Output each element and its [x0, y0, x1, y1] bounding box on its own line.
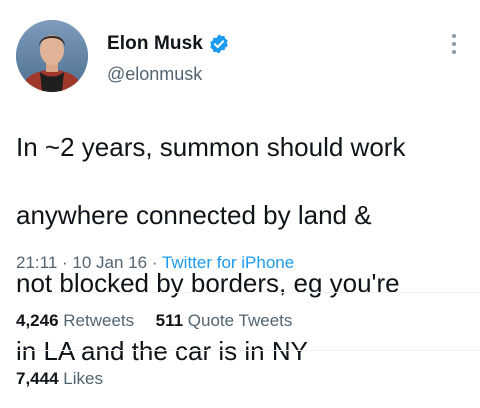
- tweet-text-line: anywhere connected by land &: [16, 200, 372, 230]
- quote-tweets-count: 511: [155, 311, 184, 330]
- display-name[interactable]: Elon Musk: [107, 33, 203, 55]
- verified-badge-icon: [208, 33, 230, 55]
- likes-label: Likes: [63, 369, 103, 388]
- divider: [16, 292, 480, 293]
- retweets-link[interactable]: 4,246 Retweets: [16, 311, 139, 330]
- tweet-date[interactable]: 10 Jan 16: [72, 253, 147, 272]
- tweet-meta: 21:11 · 10 Jan 16 · Twitter for iPhone: [16, 253, 294, 273]
- tweet-text: In ~2 years, summon should work anywhere…: [16, 96, 468, 402]
- meta-separator: ·: [62, 253, 68, 272]
- meta-separator: ·: [151, 253, 158, 272]
- quote-tweets-link[interactable]: 511 Quote Tweets: [156, 311, 293, 330]
- likes-count: 7,444: [16, 369, 59, 388]
- retweets-label: Retweets: [63, 311, 135, 330]
- retweets-count: 4,246: [16, 311, 59, 330]
- divider: [16, 350, 480, 351]
- tweet-source-link[interactable]: Twitter for iPhone: [162, 253, 294, 272]
- display-name-row: Elon Musk: [107, 32, 230, 56]
- tweet-text-line: in LA and the car is in NY: [16, 336, 308, 366]
- tweet-time[interactable]: 21:11: [16, 253, 57, 272]
- likes-link[interactable]: 7,444 Likes: [16, 369, 103, 389]
- author-names: Elon Musk @elonmusk: [107, 32, 230, 85]
- tweet-card: Elon Musk @elonmusk In ~2 years, summon …: [0, 0, 480, 408]
- tweet-header: Elon Musk @elonmusk: [16, 20, 464, 92]
- avatar-image: [16, 20, 88, 92]
- author-handle[interactable]: @elonmusk: [107, 64, 230, 85]
- tweet-text-line: In ~2 years, summon should work: [16, 132, 406, 162]
- tweet-stats: 4,246 Retweets 511 Quote Tweets: [16, 311, 292, 331]
- more-options-icon[interactable]: [450, 34, 458, 56]
- avatar[interactable]: [16, 20, 88, 92]
- quote-tweets-label: Quote Tweets: [187, 311, 293, 330]
